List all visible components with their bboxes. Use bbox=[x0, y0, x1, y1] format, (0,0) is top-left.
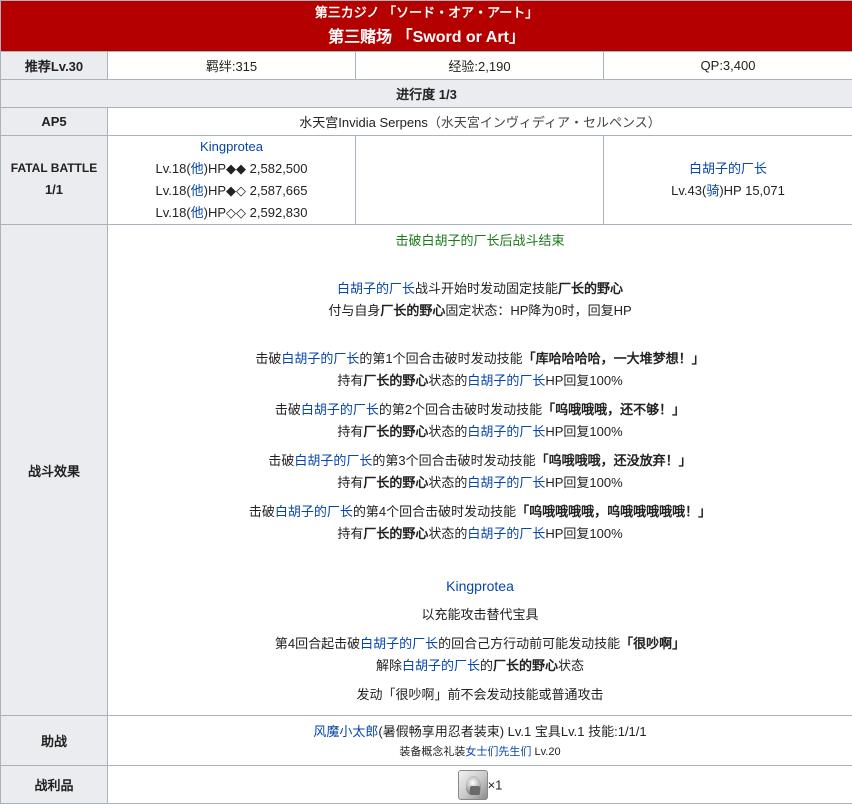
drops-cell: ×1 bbox=[106, 765, 852, 804]
quest-title-cn: 第三赌场 「Sword or Art」 bbox=[328, 29, 525, 46]
break-4-skill: 击破白胡子的厂长的第4个回合击破时发动技能「呜哦哦哦哦，呜哦哦哦哦哦！」 bbox=[248, 504, 712, 519]
break-2-skill: 击破白胡子的厂长的第2个回合击破时发动技能「呜哦哦哦，还不够！」 bbox=[274, 402, 686, 417]
boss-link[interactable]: 白胡子的厂长 bbox=[294, 453, 372, 468]
class-link-other[interactable]: 他 bbox=[191, 205, 204, 220]
enemy-empty-slot bbox=[355, 135, 604, 225]
quest-title-jp: 第三カジノ 「ソード・オア・アート」 bbox=[314, 5, 539, 20]
end-condition: 击破白胡子的厂长后战斗结束 bbox=[395, 233, 565, 248]
fatal-battle-label: FATAL BATTLE 1/1 bbox=[0, 135, 108, 225]
exp-value: 经验:2,190 bbox=[355, 51, 604, 80]
boss-link[interactable]: 白胡子的厂长 bbox=[467, 424, 545, 439]
battle-effects: 击破白胡子的厂长后战斗结束 白胡子的厂长战斗开始时发动固定技能厂长的野心 付与自… bbox=[106, 224, 852, 716]
drop-count: ×1 bbox=[487, 777, 503, 792]
kingprotea-link[interactable]: Kingprotea bbox=[446, 578, 514, 594]
break-3-heal: 持有厂长的野心状态的白胡子的厂长HP回复100% bbox=[337, 475, 623, 490]
support-cell: 风魔小太郎(暑假畅享用忍者装束) Lv.1 宝具Lv.1 技能:1/1/1 装备… bbox=[106, 715, 852, 766]
boss-link[interactable]: 白胡子的厂长 bbox=[337, 281, 415, 296]
silver-material-icon[interactable] bbox=[457, 769, 488, 800]
battle-effects-label: 战斗效果 bbox=[0, 224, 108, 716]
enemy-factory-boss: 白胡子的厂长 Lv.43(骑)HP 15,071 bbox=[602, 135, 852, 225]
boss-link[interactable]: 白胡子的厂长 bbox=[467, 475, 545, 490]
kingprotea-skill-trigger: 第4回合起击破白胡子的厂长的回合己方行动前可能发动技能「很吵啊」 bbox=[274, 636, 686, 651]
boss-link[interactable]: 白胡子的厂长 bbox=[301, 402, 379, 417]
boss-grant-state: 付与自身厂长的野心固定状态：HP降为0时，回复HP bbox=[328, 303, 632, 318]
kingprotea-charge-note: 以充能攻击替代宝具 bbox=[421, 607, 539, 622]
enemy-hp-line-1: Lv.18(他)HP◆◆ 2,582,500 bbox=[155, 161, 308, 176]
bond-value: 羁绊:315 bbox=[107, 51, 356, 80]
location-jp-note: （水天宮インヴィディア・セルペンス） bbox=[427, 115, 661, 130]
boss-start-skill: 白胡子的厂长战斗开始时发动固定技能厂长的野心 bbox=[336, 281, 624, 296]
enemy-kingprotea-link[interactable]: Kingprotea bbox=[200, 139, 263, 154]
kingprotea-section: Kingprotea bbox=[108, 575, 852, 597]
boss-link[interactable]: 白胡子的厂长 bbox=[467, 526, 545, 541]
enemy-boss-link[interactable]: 白胡子的厂长 bbox=[689, 161, 767, 176]
support-servant: 风魔小太郎(暑假畅享用忍者装束) Lv.1 宝具Lv.1 技能:1/1/1 bbox=[313, 723, 647, 739]
support-label: 助战 bbox=[0, 715, 108, 766]
enemy-boss-hp: Lv.43(骑)HP 15,071 bbox=[671, 183, 785, 198]
fatal-battle-title: FATAL BATTLE bbox=[10, 161, 98, 175]
break-1-heal: 持有厂长的野心状态的白胡子的厂长HP回复100% bbox=[337, 373, 623, 388]
break-1-skill: 击破白胡子的厂长的第1个回合击破时发动技能「库哈哈哈哈，一大堆梦想！」 bbox=[255, 351, 705, 366]
support-ce: 装备概念礼装女士们先生们 Lv.20 bbox=[399, 745, 561, 758]
support-ce-link[interactable]: 女士们先生们 bbox=[465, 746, 531, 758]
class-link-other[interactable]: 他 bbox=[191, 183, 204, 198]
fatal-battle-count: 1/1 bbox=[44, 182, 64, 197]
quest-table: 第三カジノ 「ソード・オア・アート」 第三赌场 「Sword or Art」 推… bbox=[0, 0, 852, 804]
location-link[interactable]: 水天宫Invidia Serpens bbox=[299, 115, 428, 130]
break-4-heal: 持有厂长的野心状态的白胡子的厂长HP回复100% bbox=[337, 526, 623, 541]
boss-link[interactable]: 白胡子的厂长 bbox=[281, 351, 359, 366]
recommended-level: 推荐Lv.30 bbox=[0, 51, 108, 80]
class-link-other[interactable]: 他 bbox=[191, 161, 204, 176]
kingprotea-no-action-note: 发动「很吵啊」前不会发动技能或普通攻击 bbox=[356, 687, 604, 702]
boss-link[interactable]: 白胡子的厂长 bbox=[467, 373, 545, 388]
drops-label: 战利品 bbox=[0, 765, 108, 804]
boss-link[interactable]: 白胡子的厂长 bbox=[360, 636, 438, 651]
location-cell: 水天宫Invidia Serpens（水天宮インヴィディア・セルペンス） bbox=[106, 107, 852, 136]
qp-value: QP:3,400 bbox=[602, 51, 852, 80]
class-link-rider[interactable]: 骑 bbox=[706, 183, 719, 198]
kingprotea-remove-state: 解除白胡子的厂长的厂长的野心状态 bbox=[375, 658, 585, 673]
enemy-hp-line-3: Lv.18(他)HP◇◇ 2,592,830 bbox=[155, 205, 308, 220]
boss-link[interactable]: 白胡子的厂长 bbox=[402, 658, 480, 673]
break-2-heal: 持有厂长的野心状态的白胡子的厂长HP回复100% bbox=[337, 424, 623, 439]
enemy-kingprotea: Kingprotea Lv.18(他)HP◆◆ 2,582,500 Lv.18(… bbox=[107, 135, 356, 225]
ap-cost: AP5 bbox=[0, 107, 108, 136]
break-3-skill: 击破白胡子的厂长的第3个回合击破时发动技能「呜哦哦哦，还没放弃！」 bbox=[268, 453, 692, 468]
progress-row: 进行度 1/3 bbox=[0, 79, 852, 108]
enemy-hp-line-2: Lv.18(他)HP◆◇ 2,587,665 bbox=[155, 183, 308, 198]
boss-link[interactable]: 白胡子的厂长 bbox=[275, 504, 353, 519]
support-servant-link[interactable]: 风魔小太郎 bbox=[313, 724, 378, 739]
quest-header: 第三カジノ 「ソード・オア・アート」 第三赌场 「Sword or Art」 bbox=[0, 0, 852, 52]
